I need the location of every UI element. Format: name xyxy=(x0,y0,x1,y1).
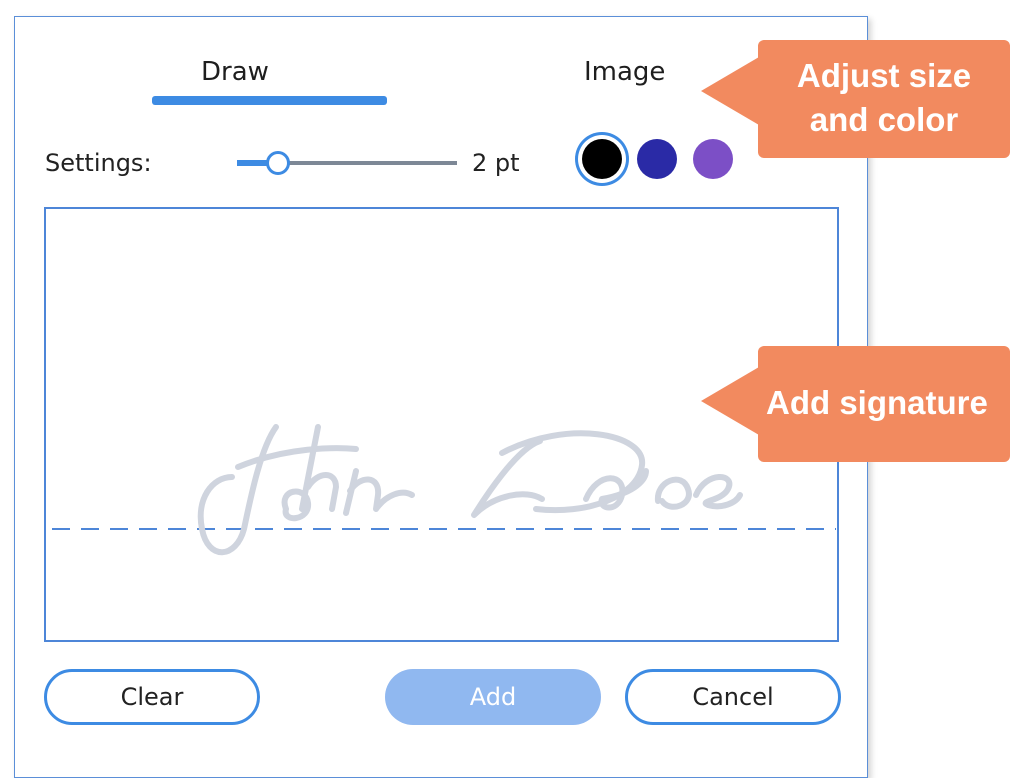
clear-button[interactable]: Clear xyxy=(44,669,260,725)
pen-size-value: 2 pt xyxy=(472,149,520,177)
color-swatch-black[interactable] xyxy=(582,139,622,179)
callout-arrow-size-color xyxy=(701,57,759,125)
callout-arrow-signature xyxy=(701,367,759,435)
callout-adjust-size-color: Adjust size and color xyxy=(758,40,1010,158)
add-button[interactable]: Add xyxy=(385,669,601,725)
callout-size-color-text: Adjust size and color xyxy=(796,57,972,138)
tab-draw-underline xyxy=(152,96,387,105)
color-swatch-purple[interactable] xyxy=(693,139,733,179)
tab-draw[interactable]: Draw xyxy=(201,57,269,87)
slider-thumb[interactable] xyxy=(266,151,290,175)
callout-signature-text: Add signature xyxy=(766,384,988,421)
color-swatch-dark-blue[interactable] xyxy=(637,139,677,179)
signature-placeholder-scribble xyxy=(197,424,743,556)
callout-add-signature: Add signature xyxy=(758,346,1010,462)
settings-label: Settings: xyxy=(45,149,152,177)
cancel-button[interactable]: Cancel xyxy=(625,669,841,725)
pen-size-slider[interactable] xyxy=(237,150,457,176)
tab-image[interactable]: Image xyxy=(584,57,665,87)
